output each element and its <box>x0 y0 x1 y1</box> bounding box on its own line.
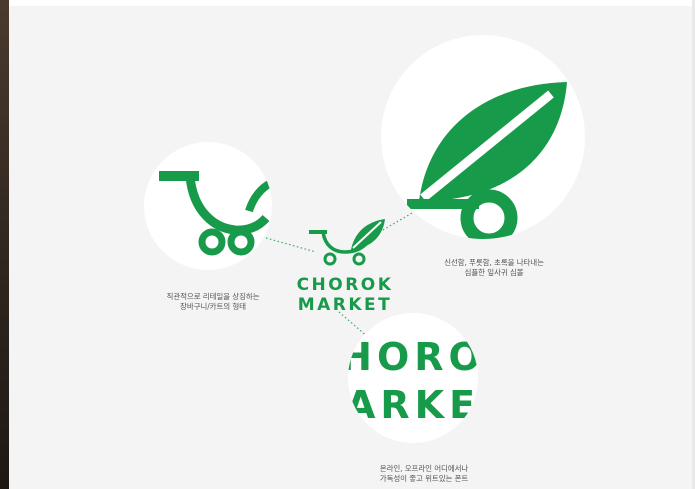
leaf-cart-icon <box>309 219 385 266</box>
left-frame-edge <box>0 0 9 489</box>
cart-caption-line1: 직관적으로 리테일을 상징하는 <box>166 292 260 301</box>
font-zoom-line1: HORO <box>340 335 486 379</box>
cart-zoom-circle <box>144 142 272 270</box>
font-caption-line2: 가독성이 좋고 위트있는 폰트 <box>379 474 469 483</box>
leaf-caption-line2: 심플한 잎사귀 심볼 <box>464 268 524 277</box>
connector-cart <box>265 237 317 253</box>
leaf-zoom-circle <box>381 35 585 239</box>
brand-diagram: HORO ARKE CHOROK MARKET <box>144 35 585 443</box>
font-caption: 온라인, 오프라인 어디에서나 가독성이 좋고 위트있는 폰트 <box>359 464 489 484</box>
brand-sheet-canvas: HORO ARKE CHOROK MARKET 직관적으로 리테일을 상징하는 … <box>9 6 692 489</box>
connector-font <box>338 311 370 339</box>
font-caption-line1: 온라인, 오프라인 어디에서나 <box>379 464 469 473</box>
chorok-market-logo: CHOROK MARKET <box>297 219 394 315</box>
cart-caption: 직관적으로 리테일을 상징하는 장바구니/카트의 형태 <box>154 292 272 312</box>
cart-caption-line2: 장바구니/카트의 형태 <box>180 302 246 311</box>
leaf-caption-line1: 신선함, 푸릇함, 초록을 나타내는 <box>444 258 544 267</box>
logo-line2: MARKET <box>298 295 393 315</box>
leaf-caption: 신선함, 푸릇함, 초록을 나타내는 심플한 잎사귀 심볼 <box>429 258 559 278</box>
font-zoom-circle: HORO ARKE <box>340 313 486 443</box>
logo-line1: CHOROK <box>297 275 394 295</box>
font-zoom-line2: ARKE <box>346 383 480 427</box>
